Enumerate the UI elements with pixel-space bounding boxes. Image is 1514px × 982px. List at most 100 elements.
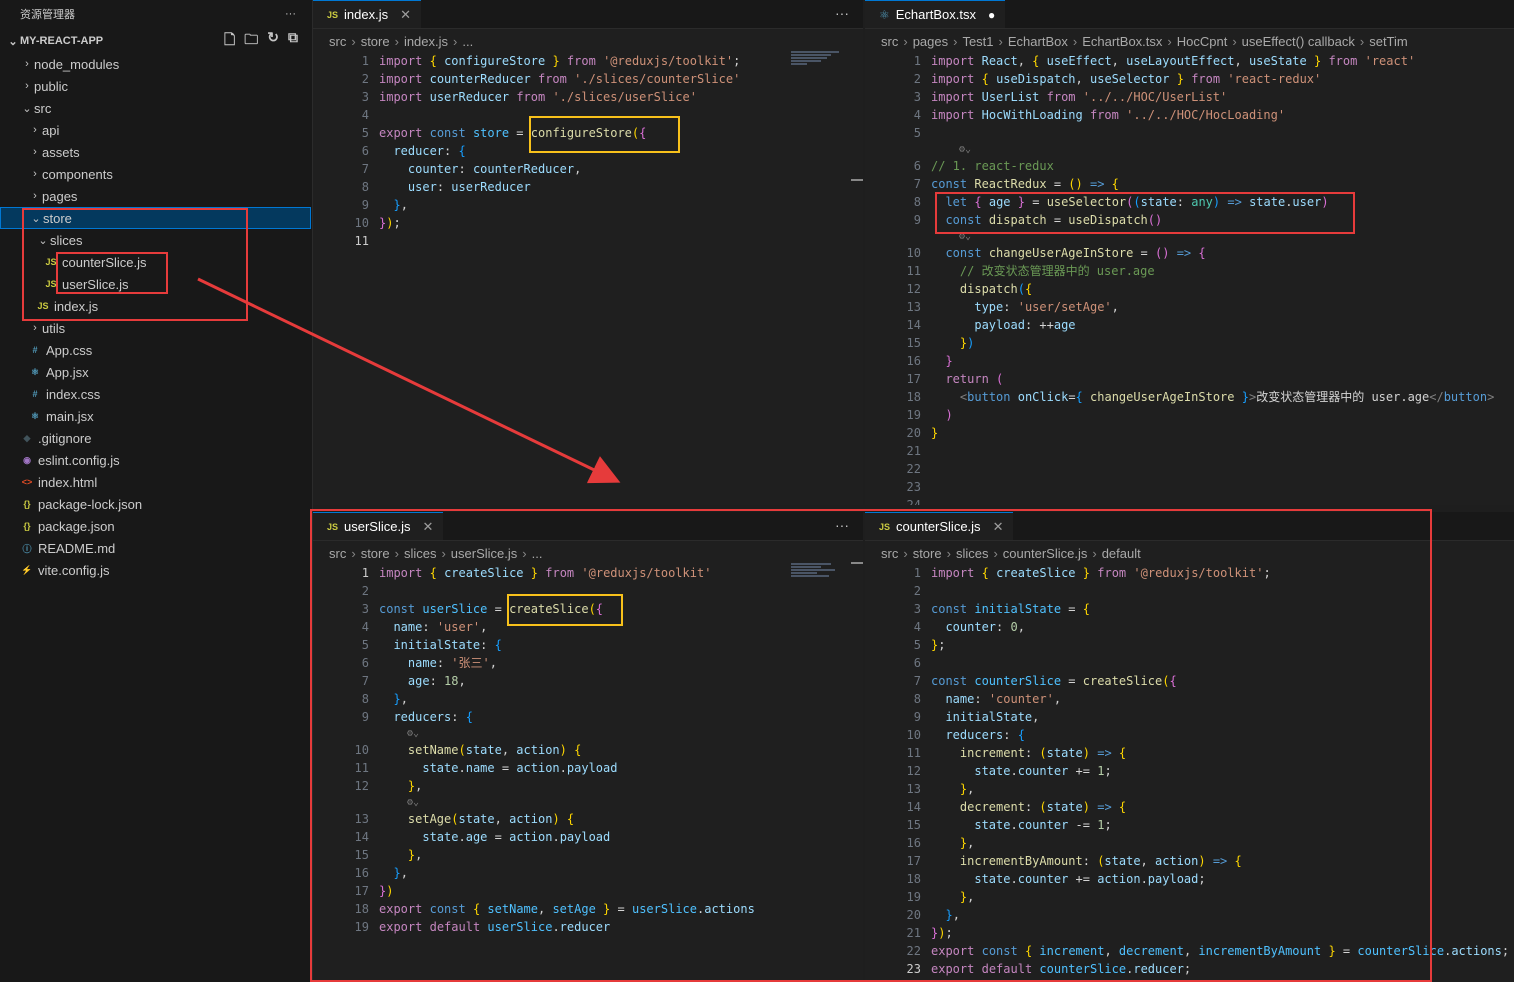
tab-echartbox-tsx[interactable]: ⚛ EchartBox.tsx ● [865, 0, 1006, 28]
tree-folder[interactable]: › utils [0, 317, 339, 339]
codelens-icon[interactable]: ⚙⌄ [407, 727, 419, 741]
codelens-icon[interactable]: ⚙⌄ [959, 230, 971, 244]
code-area[interactable]: 1 import { createSlice } from '@reduxjs/t… [313, 564, 863, 982]
breadcrumb-item[interactable]: pages [913, 34, 948, 49]
breadcrumb-item[interactable]: EchartBox.tsx [1082, 34, 1162, 49]
codelens-icon[interactable]: ⚙⌄ [959, 143, 971, 157]
code-line: counter: counterReducer, [407, 162, 582, 176]
breadcrumb-item[interactable]: userSlice.js [451, 546, 517, 561]
line-number: 1 [361, 54, 369, 68]
line-number: 12 [906, 764, 921, 778]
tree-file[interactable]: ⚡ vite.config.js [0, 559, 331, 581]
code-area[interactable]: 1 import { createSlice } from '@reduxjs/t… [865, 564, 1514, 982]
tree-folder[interactable]: ⌄ slices [0, 229, 347, 251]
tree-folder[interactable]: › node_modules [0, 53, 331, 75]
code-line: decrement: (state) => { [959, 800, 1127, 814]
code-line: ) [945, 408, 953, 422]
more-actions-icon[interactable]: ··· [835, 5, 849, 21]
tab-bar: JS userSlice.js ✕ ··· [313, 512, 863, 541]
code-line: name: 'user', [393, 620, 488, 634]
tree-file[interactable]: {} package.json [0, 515, 331, 537]
tree-file[interactable]: ⚛ main.jsx [0, 405, 339, 427]
tree-file[interactable]: {} package-lock.json [0, 493, 331, 515]
more-actions-icon[interactable]: ··· [835, 517, 849, 533]
tree-file[interactable]: ⚛ App.jsx [0, 361, 339, 383]
breadcrumb-item[interactable]: store [361, 546, 390, 561]
new-folder-icon[interactable]: 🗀 [244, 29, 258, 53]
breadcrumb-item[interactable]: counterSlice.js [1003, 546, 1088, 561]
tree-folder[interactable]: › api [0, 119, 339, 141]
tab-counterslice-js[interactable]: JS counterSlice.js ✕ [865, 512, 1014, 540]
chevron-right-icon: › [953, 33, 958, 49]
line-number: 14 [906, 800, 921, 814]
tree-file[interactable]: ◆ .gitignore [0, 427, 331, 449]
refresh-icon[interactable]: ↻ [267, 29, 279, 53]
line-number: 7 [361, 674, 369, 688]
tree-folder[interactable]: › public [0, 75, 331, 97]
close-icon[interactable]: ✕ [422, 519, 433, 535]
code-line: user: userReducer [407, 180, 531, 194]
tab-userslice-js[interactable]: JS userSlice.js ✕ [313, 512, 444, 540]
react-file-icon: ⚛ [30, 366, 40, 377]
tree-folder[interactable]: › components [0, 163, 339, 185]
code-line: export default userSlice.reducer [379, 920, 611, 934]
breadcrumb-item[interactable]: HocCpnt [1177, 34, 1228, 49]
chevron-down-icon: ⌄ [38, 234, 48, 247]
code-line: } [931, 426, 939, 440]
breadcrumb-item[interactable]: ... [532, 546, 543, 561]
tree-file[interactable]: # index.css [0, 383, 339, 405]
tree-file[interactable]: ⓘ README.md [0, 537, 331, 559]
breadcrumb: src › store › slices › counterSlice.js › default [881, 542, 1141, 564]
line-number: 10 [906, 728, 921, 742]
line-number: 6 [361, 656, 369, 670]
tree-folder[interactable]: ⌄ src [0, 97, 331, 119]
chevron-down-icon: ⌄ [8, 35, 18, 48]
breadcrumb-item[interactable]: src [329, 546, 346, 561]
code-area[interactable]: 1 import { configureStore } from '@reduxj… [313, 52, 863, 505]
explorer-more-icon[interactable]: ··· [285, 8, 296, 20]
breadcrumb-item[interactable]: src [881, 546, 898, 561]
tree-file[interactable]: JS userSlice.js [0, 273, 355, 295]
tree-folder[interactable]: ⌄ store [0, 207, 311, 229]
code-line: payload: ++age [974, 318, 1076, 332]
tree-file[interactable]: JS counterSlice.js [0, 251, 355, 273]
tree-file[interactable]: JS index.js [0, 295, 347, 317]
tree-file[interactable]: ◉ eslint.config.js [0, 449, 331, 471]
code-line: }) [379, 884, 394, 898]
breadcrumb-item[interactable]: src [881, 34, 898, 49]
breadcrumb-item[interactable]: useEffect() callback [1242, 34, 1355, 49]
breadcrumb-item[interactable]: slices [404, 546, 437, 561]
chevron-right-icon: › [1072, 33, 1078, 49]
tree-folder[interactable]: › pages [0, 185, 339, 207]
unsaved-dot-icon[interactable]: ● [988, 8, 995, 22]
breadcrumb-item[interactable]: slices [956, 546, 989, 561]
tab-index-js[interactable]: JS index.js ✕ [313, 0, 421, 28]
code-line: dispatch({ [959, 282, 1033, 296]
breadcrumb-item[interactable]: default [1102, 546, 1141, 561]
collapse-all-icon[interactable]: ⧉ [288, 29, 298, 53]
project-root[interactable]: ⌄ MY-REACT-APP 🗋 🗀 ↻ ⧉ [0, 28, 312, 54]
breadcrumb-item[interactable]: EchartBox [1008, 34, 1068, 49]
chevron-right-icon: › [394, 33, 399, 49]
breadcrumb-item[interactable]: src [329, 34, 346, 49]
code-area[interactable]: 1 import React, { useEffect, useLayoutEff… [865, 52, 1514, 505]
breadcrumb-item[interactable]: Test1 [962, 34, 993, 49]
new-file-icon[interactable]: 🗋 [224, 29, 235, 53]
line-number: 18 [906, 390, 921, 404]
tree-file[interactable]: # App.css [0, 339, 339, 361]
line-number: 7 [361, 162, 369, 176]
line-number: 8 [913, 195, 921, 209]
close-icon[interactable]: ✕ [993, 519, 1004, 535]
tree-file[interactable]: <> index.html [0, 471, 331, 493]
code-line: }, [393, 692, 408, 706]
close-icon[interactable]: ✕ [400, 7, 411, 23]
breadcrumb-item[interactable]: store [361, 34, 390, 49]
tree-folder[interactable]: › assets [0, 141, 339, 163]
code-line: // 1. react-redux [931, 159, 1054, 173]
codelens-icon[interactable]: ⚙⌄ [407, 796, 419, 810]
breadcrumb-item[interactable]: ... [462, 34, 473, 49]
breadcrumb-item[interactable]: store [913, 546, 942, 561]
breadcrumb-item[interactable]: setTim [1369, 34, 1408, 49]
tree-item-label: assets [42, 144, 80, 160]
breadcrumb-item[interactable]: index.js [404, 34, 448, 49]
